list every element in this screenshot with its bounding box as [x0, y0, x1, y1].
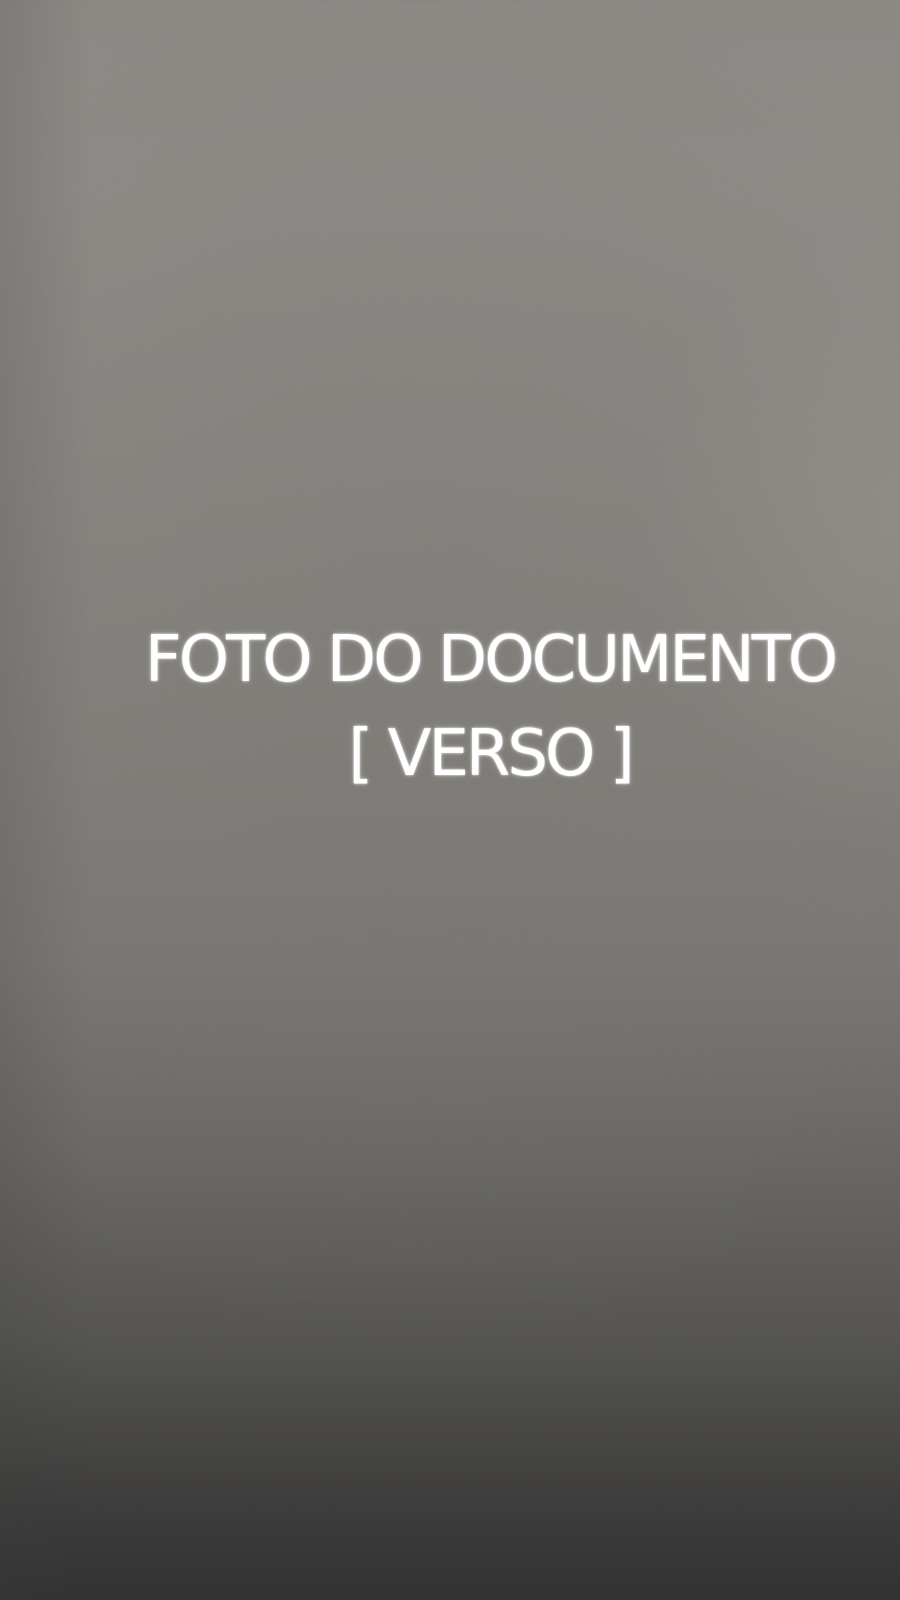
document-photo-placeholder: FOTO DO DOCUMENTO [ VERSO ]: [0, 618, 900, 796]
background-shading: [0, 0, 90, 1600]
placeholder-side-label: [ VERSO ]: [348, 717, 634, 791]
placeholder-title: FOTO DO DOCUMENTO: [144, 623, 838, 697]
